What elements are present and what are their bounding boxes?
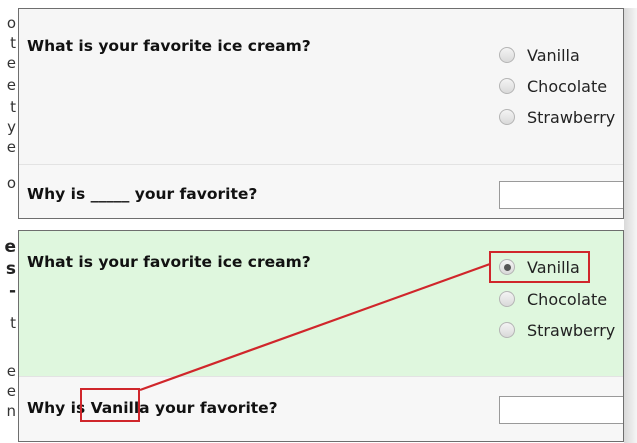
connector-arrow	[139, 262, 491, 392]
connector-line	[139, 262, 491, 392]
